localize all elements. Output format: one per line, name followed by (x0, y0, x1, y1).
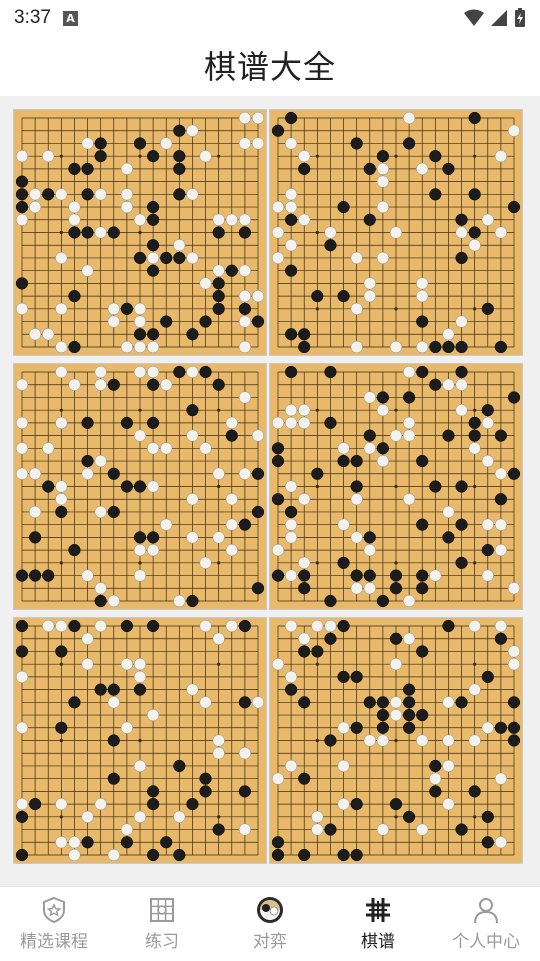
status-right (464, 8, 526, 28)
page-title: 棋谱大全 (203, 48, 336, 86)
tab-game-records[interactable]: 棋谱 (324, 887, 432, 961)
grid-hash-icon (366, 898, 390, 922)
tab-label: 练习 (145, 932, 179, 952)
battery-icon (515, 8, 525, 27)
game-record-card[interactable] (14, 110, 266, 355)
status-time: 3:37 (14, 7, 51, 28)
go-stones-icon (257, 897, 283, 923)
game-record-card[interactable] (270, 364, 522, 609)
game-record-card[interactable] (270, 618, 522, 863)
notification-icon: A (62, 10, 78, 26)
game-record-card[interactable] (14, 364, 266, 609)
status-bar: 3:37 A (0, 0, 540, 36)
go-board-thumbnail (271, 111, 521, 354)
game-record-grid (0, 96, 540, 886)
go-board-thumbnail (15, 111, 265, 354)
go-board-thumbnail (15, 619, 265, 862)
wifi-icon (464, 9, 484, 26)
bottom-tab-bar: 精选课程 练习 对弈 棋谱 个人中心 (0, 886, 540, 961)
game-record-card[interactable] (270, 110, 522, 355)
status-left: 3:37 A (14, 7, 78, 29)
tab-practice[interactable]: 练习 (108, 887, 216, 961)
practice-board-icon (150, 898, 174, 922)
tab-label: 棋谱 (361, 932, 395, 952)
tab-play[interactable]: 对弈 (216, 887, 324, 961)
tab-label: 精选课程 (20, 932, 88, 952)
tab-featured-courses[interactable]: 精选课程 (0, 887, 108, 961)
go-board-thumbnail (271, 365, 521, 608)
user-icon (474, 898, 498, 924)
game-record-card[interactable] (14, 618, 266, 863)
tab-label: 个人中心 (452, 932, 520, 952)
go-board-thumbnail (271, 619, 521, 862)
signal-icon (491, 10, 507, 26)
shield-star-icon (43, 896, 65, 924)
tab-label: 对弈 (253, 932, 287, 952)
tab-profile[interactable]: 个人中心 (432, 887, 540, 961)
go-board-thumbnail (15, 365, 265, 608)
